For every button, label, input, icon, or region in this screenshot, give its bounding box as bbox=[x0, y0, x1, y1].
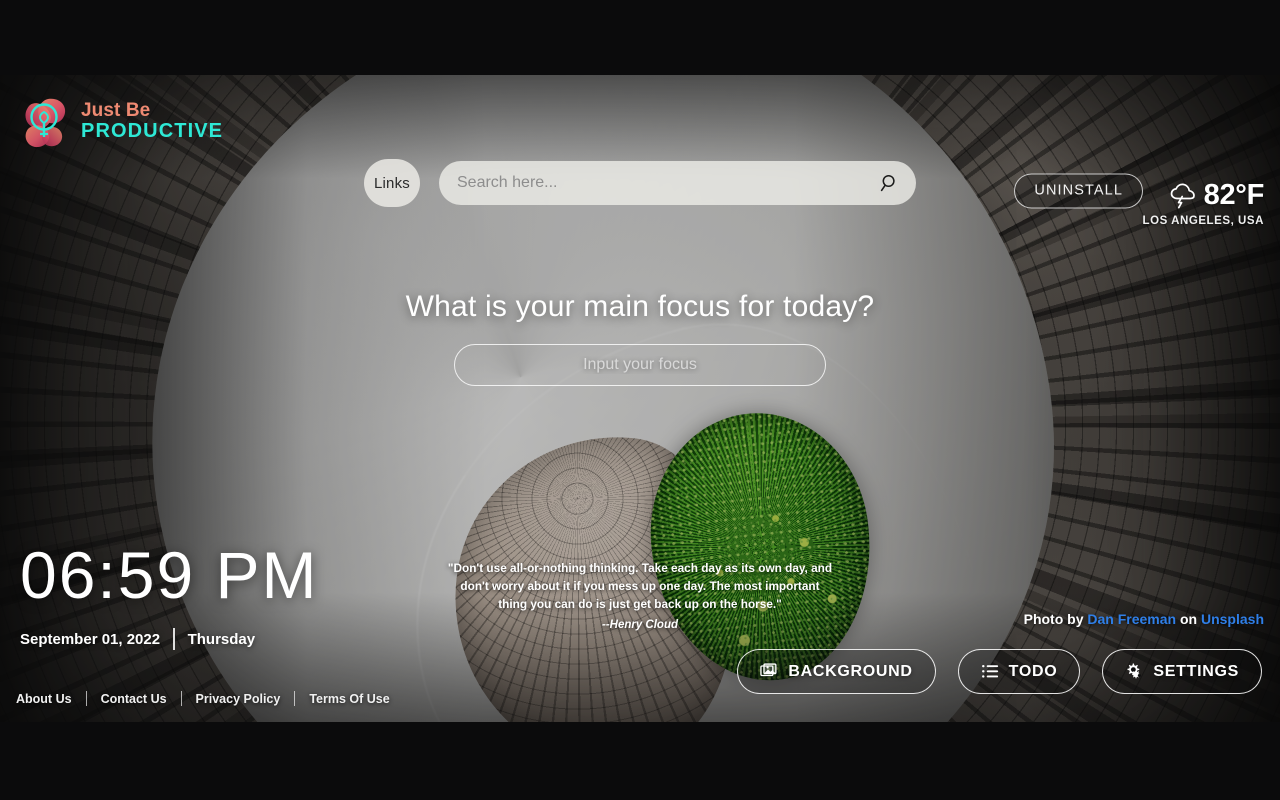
search-icon[interactable] bbox=[880, 173, 900, 193]
page-header: Just Be PRODUCTIVE Links UNINSTALL bbox=[0, 75, 1280, 227]
clock-weekday: Thursday bbox=[187, 630, 256, 648]
browser-viewport: Just Be PRODUCTIVE Links UNINSTALL bbox=[0, 0, 1280, 800]
quote-author: --Henry Cloud bbox=[601, 618, 679, 631]
photo-credit-prefix: Photo by bbox=[1023, 611, 1084, 627]
clock-date: September 01, 2022 bbox=[20, 630, 161, 648]
photographer-link[interactable]: Dan Freeman bbox=[1087, 611, 1176, 627]
quote-text: "Don't use all-or-nothing thinking. Take… bbox=[447, 560, 833, 611]
todo-button[interactable]: TODO bbox=[957, 649, 1081, 694]
todo-button-label: TODO bbox=[1008, 662, 1058, 680]
list-icon bbox=[981, 662, 1000, 681]
footer-link-privacy-policy[interactable]: Privacy Policy bbox=[182, 692, 295, 706]
settings-button[interactable]: SETTINGS bbox=[1102, 649, 1262, 694]
background-button[interactable]: BACKGROUND bbox=[737, 649, 936, 694]
clock-widget: 06:59 PM September 01, 2022 Thursday bbox=[20, 542, 319, 650]
links-button[interactable]: Links bbox=[364, 159, 420, 207]
clock-divider bbox=[173, 628, 175, 650]
brand-text: Just Be PRODUCTIVE bbox=[81, 99, 224, 143]
weather-widget[interactable]: 82°F LOS ANGELES, USA bbox=[1142, 179, 1265, 227]
uninstall-button-label: UNINSTALL bbox=[1034, 182, 1123, 199]
unsplash-link[interactable]: Unsplash bbox=[1201, 611, 1264, 627]
links-button-label: Links bbox=[373, 174, 411, 192]
search-input[interactable] bbox=[457, 174, 880, 192]
clock-subline: September 01, 2022 Thursday bbox=[20, 628, 319, 650]
cloud-lightning-icon bbox=[1169, 183, 1199, 209]
focus-input[interactable] bbox=[455, 345, 825, 385]
action-buttons: BACKGROUND TODO SETTINGS bbox=[737, 649, 1262, 694]
quote-widget: "Don't use all-or-nothing thinking. Take… bbox=[445, 560, 835, 634]
footer-link-contact-us[interactable]: Contact Us bbox=[87, 692, 181, 706]
brand-line-2: PRODUCTIVE bbox=[81, 120, 224, 143]
images-icon bbox=[760, 662, 779, 681]
search-bar[interactable] bbox=[439, 161, 916, 205]
focus-title: What is your main focus for today? bbox=[405, 290, 875, 323]
background-button-label: BACKGROUND bbox=[788, 662, 913, 680]
focus-input-wrapper[interactable] bbox=[454, 344, 826, 386]
footer-link-about-us[interactable]: About Us bbox=[16, 692, 86, 706]
brand-logo[interactable]: Just Be PRODUCTIVE bbox=[18, 93, 223, 151]
settings-button-label: SETTINGS bbox=[1153, 662, 1239, 680]
weather-temperature: 82°F bbox=[1203, 179, 1265, 211]
photo-credit: Photo by Dan Freeman on Unsplash bbox=[1024, 611, 1264, 627]
photo-credit-middle: on bbox=[1179, 611, 1198, 627]
cogs-icon bbox=[1125, 662, 1144, 681]
weather-row: 82°F bbox=[1143, 179, 1264, 212]
leaf-in-circle-swirl-logo-icon bbox=[18, 93, 72, 151]
footer-links: About Us Contact Us Privacy Policy Terms… bbox=[16, 691, 404, 706]
uninstall-button[interactable]: UNINSTALL bbox=[1014, 173, 1143, 209]
new-tab-page: Just Be PRODUCTIVE Links UNINSTALL bbox=[0, 75, 1280, 722]
footer-link-terms-of-use[interactable]: Terms Of Use bbox=[295, 692, 403, 706]
weather-location: LOS ANGELES, USA bbox=[1142, 215, 1264, 227]
focus-section: What is your main focus for today? bbox=[0, 290, 1280, 386]
brand-line-1: Just Be bbox=[81, 99, 151, 121]
clock-time: 06:59 PM bbox=[20, 538, 319, 612]
